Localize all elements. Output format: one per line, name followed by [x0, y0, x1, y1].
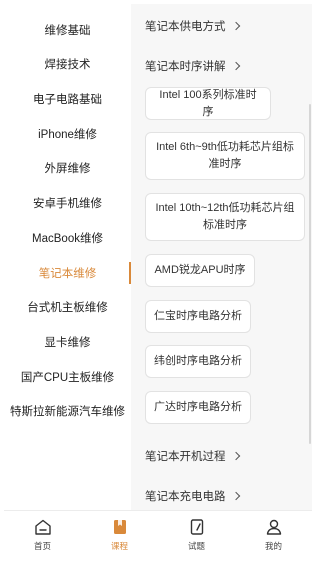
- tab-exam[interactable]: 试题: [158, 511, 235, 557]
- sidebar-item-android[interactable]: 安卓手机维修: [4, 186, 131, 220]
- course-item[interactable]: 广达时序电路分析: [145, 391, 251, 424]
- course-item[interactable]: Intel 100系列标准时序: [145, 87, 271, 120]
- tab-label: 首页: [33, 540, 51, 551]
- tab-label: 试题: [187, 540, 205, 551]
- sidebar-item-repair-basics[interactable]: 维修基础: [4, 13, 131, 47]
- course-item[interactable]: Intel 10th~12th低功耗芯片组标准时序: [145, 193, 305, 241]
- profile-icon: [266, 519, 281, 535]
- section-laptop-power[interactable]: 笔记本供电方式: [145, 15, 240, 37]
- tab-label: 我的: [264, 540, 282, 551]
- course-item[interactable]: 仁宝时序电路分析: [145, 300, 251, 333]
- chevron-right-icon: [231, 21, 240, 31]
- chevron-right-icon: [231, 451, 240, 461]
- course-content-panel[interactable]: 笔记本供电方式 笔记本时序讲解 Intel 100系列标准时序 Intel 6t…: [131, 4, 312, 510]
- section-label: 笔记本时序讲解: [145, 61, 226, 73]
- category-sidebar: 维修基础 焊接技术 电子电路基础 iPhone维修 外屏维修 安卓手机维修 Ma…: [4, 4, 131, 510]
- tab-course[interactable]: 课程: [81, 511, 158, 557]
- course-item[interactable]: AMD锐龙APU时序: [145, 254, 255, 287]
- course-bookmark-icon: [113, 519, 126, 534]
- sidebar-item-laptop[interactable]: 笔记本维修: [4, 256, 131, 290]
- content-scrollbar[interactable]: [309, 104, 311, 444]
- course-item[interactable]: 纬创时序电路分析: [145, 345, 251, 378]
- sidebar-item-circuit-basics[interactable]: 电子电路基础: [4, 82, 131, 116]
- exam-paper-icon: [190, 518, 203, 535]
- section-laptop-charging[interactable]: 笔记本充电电路: [145, 485, 240, 507]
- section-label: 笔记本供电方式: [145, 21, 226, 33]
- sidebar-item-domestic-cpu[interactable]: 国产CPU主板维修: [4, 360, 131, 394]
- chevron-right-icon: [231, 491, 240, 501]
- sidebar-item-screen[interactable]: 外屏维修: [4, 151, 131, 185]
- home-icon: [34, 519, 51, 535]
- section-label: 笔记本开机过程: [145, 451, 226, 463]
- sidebar-item-gpu[interactable]: 显卡维修: [4, 325, 131, 359]
- chevron-right-icon: [231, 61, 240, 71]
- sidebar-item-desktop-board[interactable]: 台式机主板维修: [4, 290, 131, 324]
- section-laptop-boot[interactable]: 笔记本开机过程: [145, 445, 240, 467]
- sidebar-item-soldering[interactable]: 焊接技术: [4, 47, 131, 81]
- sidebar-item-macbook[interactable]: MacBook维修: [4, 221, 131, 255]
- bottom-tab-bar: 首页 课程 试题 我的: [4, 510, 312, 557]
- sidebar-item-iphone[interactable]: iPhone维修: [4, 117, 131, 151]
- tab-label: 课程: [110, 540, 128, 551]
- section-laptop-timing[interactable]: 笔记本时序讲解: [145, 55, 240, 77]
- course-item[interactable]: Intel 6th~9th低功耗芯片组标准时序: [145, 132, 305, 180]
- sidebar-item-tesla-ev[interactable]: 特斯拉新能源汽车维修: [4, 394, 131, 428]
- tab-home[interactable]: 首页: [4, 511, 81, 557]
- app-window: 维修基础 焊接技术 电子电路基础 iPhone维修 外屏维修 安卓手机维修 Ma…: [4, 4, 312, 557]
- tab-profile[interactable]: 我的: [235, 511, 312, 557]
- section-label: 笔记本充电电路: [145, 491, 226, 503]
